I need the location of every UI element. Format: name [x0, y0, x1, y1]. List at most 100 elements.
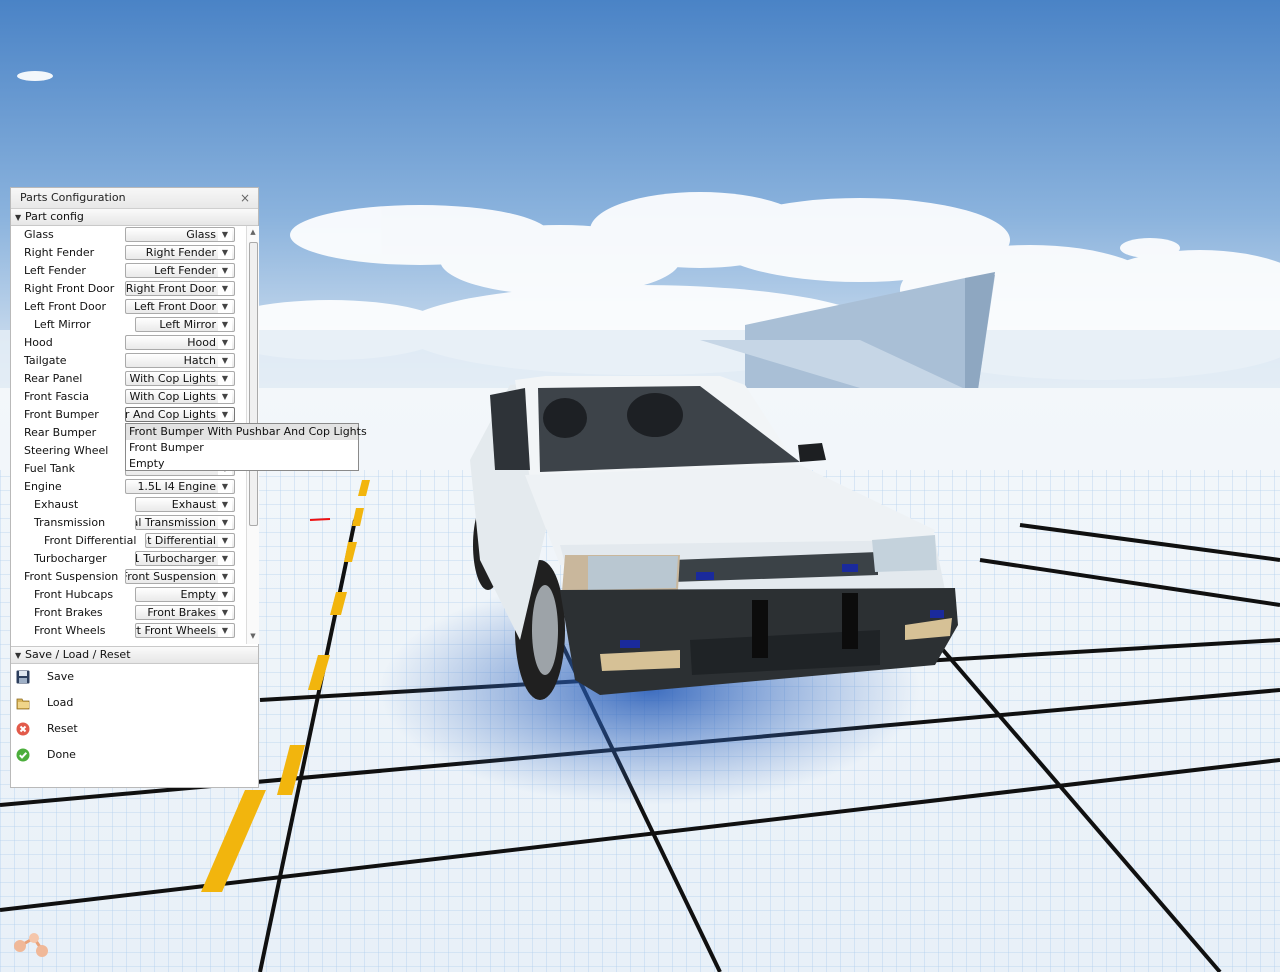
- close-icon[interactable]: ×: [240, 188, 250, 208]
- part-row: Right Front Door Right Front Door ▼: [11, 280, 247, 298]
- part-select-value: Left Fender: [154, 264, 216, 277]
- part-select[interactable]: nel With Cop Lights▼: [125, 371, 235, 386]
- part-select[interactable]: Empty ▼: [135, 587, 235, 602]
- part-label: Front Differential: [44, 534, 137, 547]
- part-row: Engine 1.5L I4 Engine ▼: [11, 478, 247, 496]
- dropdown-arrow-icon: ▼: [218, 300, 232, 313]
- part-label: Transmission: [34, 516, 106, 529]
- part-row: Front Bumper bar And Cop Lights▼: [11, 406, 247, 424]
- part-select[interactable]: Right Fender ▼: [125, 245, 235, 260]
- dropdown-option[interactable]: Front Bumper: [126, 440, 358, 456]
- part-select-value: Hood: [187, 336, 216, 349]
- dropdown-arrow-icon: ▼: [218, 390, 232, 403]
- part-config-title: Part config: [25, 210, 84, 223]
- part-select[interactable]: Exhaust ▼: [135, 497, 235, 512]
- action-list: Save Load Reset Done: [11, 664, 258, 768]
- part-select-value: Front Suspension: [125, 570, 216, 583]
- part-select[interactable]: Front Suspension ▼: [125, 569, 235, 584]
- part-label: Turbocharger: [34, 552, 107, 565]
- action-label: Load: [47, 696, 74, 709]
- part-row: Front Hubcaps Empty ▼: [11, 586, 247, 604]
- part-select-value: Empty: [180, 588, 216, 601]
- part-select[interactable]: ont Differential▼: [145, 533, 235, 548]
- part-label: Front Wheels: [34, 624, 106, 637]
- save-button[interactable]: Save: [11, 664, 258, 690]
- part-row: Front Brakes Front Brakes ▼: [11, 604, 247, 622]
- part-label: Front Hubcaps: [34, 588, 114, 601]
- scroll-down-arrow-icon[interactable]: ▼: [248, 632, 258, 642]
- part-label: Rear Bumper: [24, 426, 97, 439]
- part-select-value: bar And Cop Lights: [125, 408, 216, 421]
- part-select[interactable]: Hatch ▼: [125, 353, 235, 368]
- part-select[interactable]: cia With Cop Lights▼: [125, 389, 235, 404]
- dropdown-arrow-icon: ▼: [218, 516, 232, 529]
- dropdown-arrow-icon: ▼: [218, 606, 232, 619]
- dropdown-arrow-icon: ▼: [218, 408, 232, 421]
- part-label: Steering Wheel: [24, 444, 109, 457]
- part-select[interactable]: Right Front Door ▼: [125, 281, 235, 296]
- part-select-value: ual Transmission: [136, 516, 216, 529]
- collapse-triangle-icon: ▼: [15, 213, 22, 222]
- dropdown-arrow-icon: ▼: [218, 282, 232, 295]
- part-row: Exhaust Exhaust ▼: [11, 496, 247, 514]
- part-select-value: nel With Cop Lights: [126, 372, 216, 385]
- dropdown-option[interactable]: Front Bumper With Pushbar And Cop Lights: [126, 424, 367, 440]
- part-select[interactable]: Glass ▼: [125, 227, 235, 242]
- reset-button[interactable]: Reset: [11, 716, 258, 742]
- folder-icon: [16, 698, 30, 710]
- window-titlebar[interactable]: Parts Configuration ×: [11, 188, 258, 209]
- done-button[interactable]: Done: [11, 742, 258, 768]
- dropdown-arrow-icon: ▼: [218, 318, 232, 331]
- part-label: Engine: [24, 480, 62, 493]
- part-select[interactable]: Left Front Door ▼: [125, 299, 235, 314]
- part-label: Exhaust: [34, 498, 79, 511]
- part-select-value: Sport Front Wheels: [136, 624, 216, 637]
- part-label: Left Mirror: [34, 318, 91, 331]
- part-row: Front Fascia cia With Cop Lights▼: [11, 388, 247, 406]
- dropdown-arrow-icon: ▼: [218, 246, 232, 259]
- action-label: Save: [47, 670, 75, 683]
- part-select[interactable]: Sport Front Wheels▼: [135, 623, 235, 638]
- dropdown-arrow-icon: ▼: [218, 336, 232, 349]
- dropdown-arrow-icon: ▼: [218, 264, 232, 277]
- part-select-value: Glass: [186, 228, 216, 241]
- part-label: Glass: [24, 228, 54, 241]
- part-label: Right Front Door: [24, 282, 115, 295]
- part-label: Left Fender: [24, 264, 86, 277]
- front-bumper-dropdown-list: Front Bumper With Pushbar And Cop Lights…: [125, 423, 367, 472]
- load-button[interactable]: Load: [11, 690, 258, 716]
- part-select[interactable]: 1.5L I4 Engine ▼: [125, 479, 235, 494]
- dropdown-arrow-icon: ▼: [218, 624, 232, 637]
- app-logo-icon: [14, 933, 48, 957]
- part-select-value: cia With Cop Lights: [126, 390, 216, 403]
- part-select[interactable]: Front Brakes ▼: [135, 605, 235, 620]
- part-select[interactable]: Left Fender ▼: [125, 263, 235, 278]
- part-label: Right Fender: [24, 246, 95, 259]
- part-label: Left Front Door: [24, 300, 106, 313]
- part-select-value: Left Front Door: [134, 300, 216, 313]
- parts-configuration-window: Parts Configuration × ▼ Part config Glass…: [10, 187, 259, 788]
- part-row: Right Fender Right Fender ▼: [11, 244, 247, 262]
- part-label: Front Suspension: [24, 570, 119, 583]
- red-x-icon: [16, 722, 30, 736]
- dropdown-option[interactable]: Empty: [126, 456, 358, 472]
- part-row: Rear Panel nel With Cop Lights▼: [11, 370, 247, 388]
- part-select[interactable]: bar And Cop Lights▼: [125, 407, 235, 422]
- part-row: Front Wheels Sport Front Wheels▼: [11, 622, 247, 640]
- part-label: Front Fascia: [24, 390, 89, 403]
- part-select[interactable]: 1 Turbocharger ▼: [135, 551, 235, 566]
- save-load-reset-title: Save / Load / Reset: [25, 648, 131, 661]
- scrollbar-thumb[interactable]: [249, 242, 258, 526]
- scroll-up-arrow-icon[interactable]: ▲: [248, 228, 258, 238]
- dropdown-arrow-icon: ▼: [218, 498, 232, 511]
- part-select[interactable]: ual Transmission▼: [135, 515, 235, 530]
- part-row: Glass Glass ▼: [11, 226, 247, 244]
- dropdown-arrow-icon: ▼: [218, 480, 232, 493]
- part-row: Hood Hood ▼: [11, 334, 247, 352]
- part-select[interactable]: Hood ▼: [125, 335, 235, 350]
- save-load-reset-header[interactable]: ▼ Save / Load / Reset: [11, 646, 258, 664]
- dropdown-arrow-icon: ▼: [218, 354, 232, 367]
- floppy-disk-icon: [16, 670, 30, 684]
- part-select[interactable]: Left Mirror ▼: [135, 317, 235, 332]
- part-config-header[interactable]: ▼ Part config: [11, 209, 258, 226]
